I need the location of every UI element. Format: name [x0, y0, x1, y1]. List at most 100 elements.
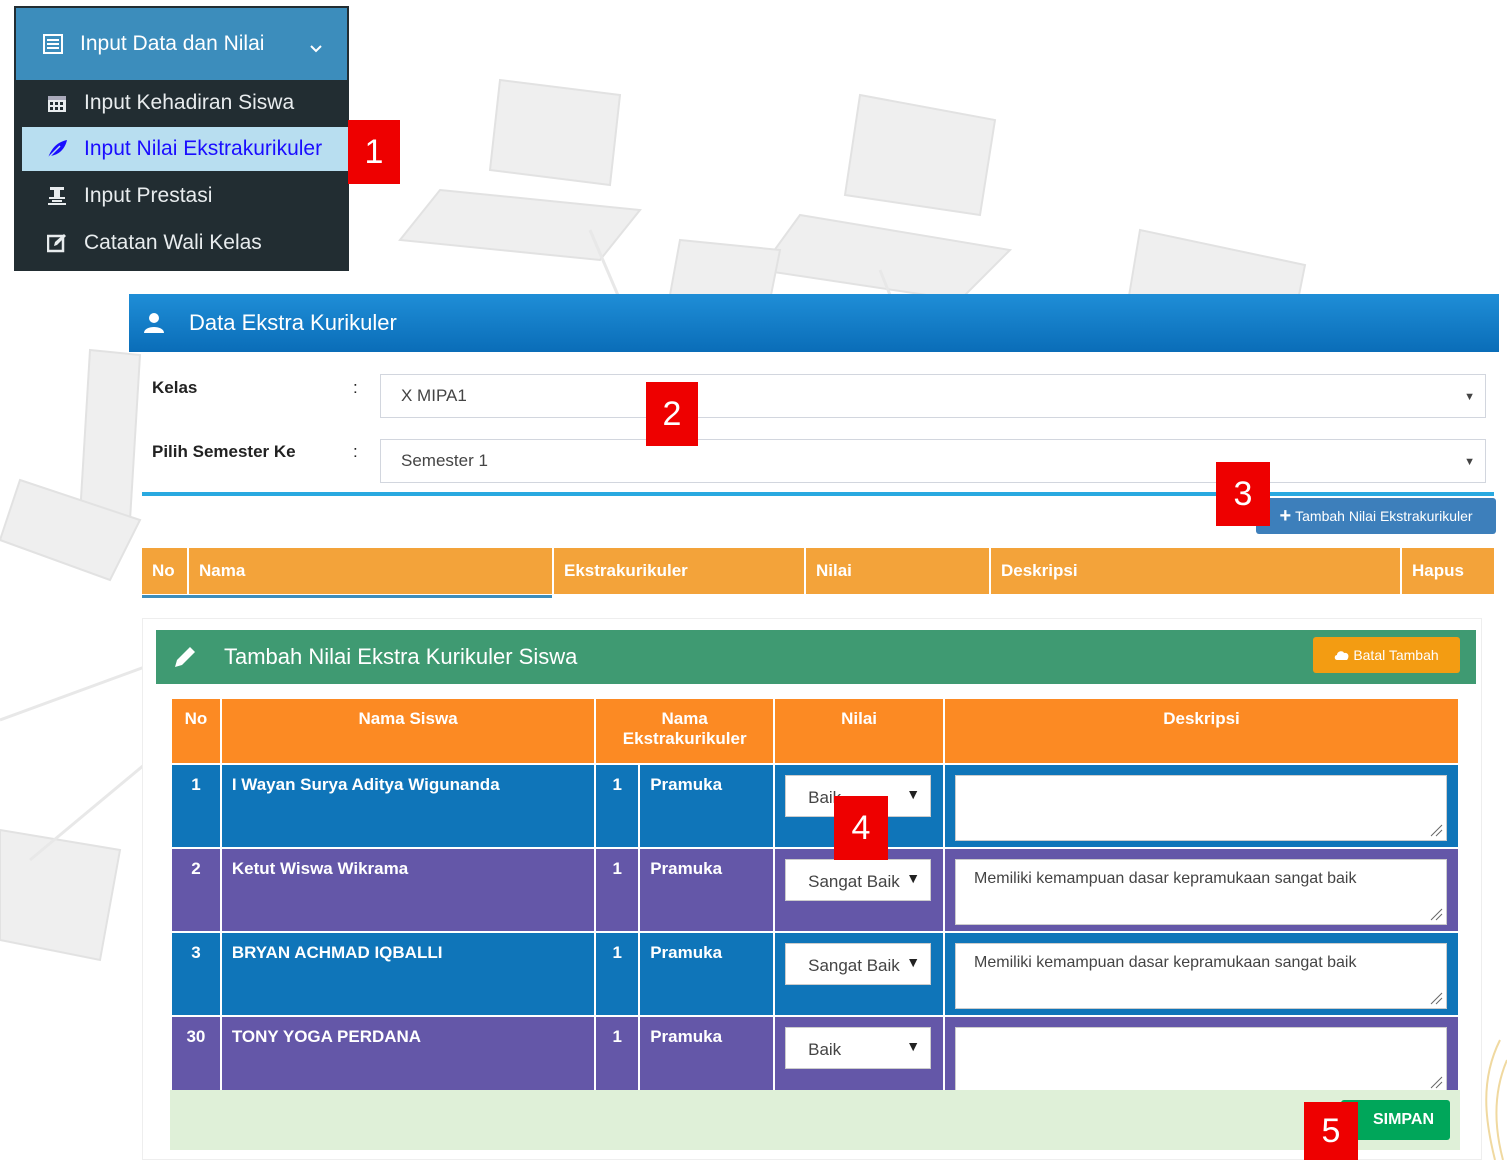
- sidebar-item-label: Input Kehadiran Siswa: [84, 91, 295, 114]
- dropdown-arrow-icon: ▼: [1464, 391, 1475, 403]
- column-header-deskripsi: Deskripsi: [989, 548, 1401, 594]
- sidebar-item-input-kehadiran-siswa[interactable]: Input Kehadiran Siswa: [22, 81, 348, 125]
- calendar-icon: [44, 93, 70, 113]
- row-ekskul-no: 1: [594, 1015, 641, 1095]
- column-header-nilai: Nilai: [773, 697, 946, 765]
- row-nama-siswa: BRYAN ACHMAD IQBALLI: [219, 931, 597, 1017]
- kelas-colon: :: [353, 378, 358, 397]
- nilai-select-value: Baik: [808, 1040, 842, 1059]
- row-nilai-cell: Baik ▼: [773, 1015, 946, 1095]
- deskripsi-textarea[interactable]: Memiliki kemampuan dasar kepramukaan san…: [955, 943, 1448, 1009]
- row-no: 1: [170, 763, 222, 849]
- row-deskripsi-cell: [943, 1015, 1460, 1095]
- kelas-select-value: X MIPA1: [401, 386, 467, 405]
- step-badge-5: 5: [1304, 1102, 1358, 1160]
- data-ekstra-panel-header: Data Ekstra Kurikuler: [129, 294, 1499, 352]
- kelas-label: Kelas: [152, 378, 198, 397]
- sidebar-item-label: Input Prestasi: [84, 184, 213, 207]
- row-deskripsi-cell: Memiliki kemampuan dasar kepramukaan san…: [943, 847, 1460, 933]
- data-table-header: No Nama Ekstrakurikuler Nilai Deskripsi …: [142, 548, 1494, 594]
- row-ekskul-name: Pramuka: [638, 931, 776, 1017]
- sidebar-item-label: Catatan Wali Kelas: [84, 231, 262, 254]
- kelas-select[interactable]: X MIPA1 ▼: [380, 374, 1486, 418]
- row-ekskul-name: Pramuka: [638, 1015, 776, 1095]
- menu-parent-label: Input Data dan Nilai: [80, 32, 265, 55]
- row-deskripsi-cell: [943, 763, 1460, 849]
- dropdown-arrow-icon: ▼: [1464, 456, 1475, 468]
- deskripsi-text: Memiliki kemampuan dasar kepramukaan san…: [974, 870, 1357, 887]
- row-ekskul-no: 1: [594, 847, 641, 933]
- dropdown-arrow-icon: ▼: [902, 954, 921, 970]
- resize-grip-icon[interactable]: [1429, 991, 1443, 1005]
- semester-label: Pilih Semester Ke: [152, 442, 296, 461]
- row-ekskul-name: Pramuka: [638, 763, 776, 849]
- user-icon: [143, 312, 165, 334]
- step-badge-3: 3: [1216, 462, 1270, 526]
- add-button-label: Tambah Nilai Ekstrakurikuler: [1295, 508, 1473, 524]
- cloud-upload-icon: [1334, 649, 1350, 661]
- dropdown-arrow-icon: ▼: [906, 1038, 921, 1054]
- row-no: 3: [170, 931, 222, 1017]
- column-header-nama: Nama: [187, 548, 553, 594]
- resize-grip-icon[interactable]: [1429, 823, 1443, 837]
- chevron-down-icon: [309, 36, 323, 60]
- nilai-select[interactable]: Sangat Baik ▼: [785, 859, 932, 901]
- save-bar: [170, 1090, 1460, 1150]
- step-badge-2: 2: [646, 382, 698, 446]
- row-nama-siswa: TONY YOGA PERDANA: [219, 1015, 597, 1095]
- column-header-no: No: [152, 561, 175, 580]
- semester-select[interactable]: Semester 1 ▼: [380, 439, 1486, 483]
- batal-button-label: Batal Tambah: [1353, 647, 1439, 663]
- header-underline: [142, 595, 552, 598]
- panel-divider: [142, 492, 1494, 496]
- dropdown-arrow-icon: ▼: [902, 870, 921, 886]
- row-ekskul-no: 1: [594, 763, 641, 849]
- column-header-no: No: [170, 697, 222, 765]
- panel-title: Data Ekstra Kurikuler: [189, 310, 397, 335]
- leaf-icon: [44, 139, 70, 159]
- row-no: 2: [170, 847, 222, 933]
- deskripsi-textarea[interactable]: [955, 1027, 1448, 1093]
- list-icon: [42, 34, 64, 54]
- semester-colon: :: [353, 442, 358, 461]
- tambah-nilai-ekstrakurikuler-button[interactable]: + Tambah Nilai Ekstrakurikuler: [1256, 498, 1496, 534]
- plus-icon: +: [1279, 504, 1292, 527]
- step-badge-4: 4: [834, 796, 888, 860]
- row-nilai-cell: Sangat Baik ▼: [773, 931, 946, 1017]
- step-badge-1: 1: [348, 120, 400, 184]
- sidebar-item-input-nilai-ekstrakurikuler[interactable]: Input Nilai Ekstrakurikuler: [22, 127, 348, 171]
- trophy-icon: [44, 186, 70, 206]
- batal-tambah-button[interactable]: Batal Tambah: [1313, 637, 1460, 673]
- deskripsi-text: Memiliki kemampuan dasar kepramukaan san…: [974, 954, 1357, 971]
- semester-select-value: Semester 1: [401, 451, 488, 470]
- nilai-select-value: Sangat Baik: [808, 956, 900, 975]
- deskripsi-textarea[interactable]: Memiliki kemampuan dasar kepramukaan san…: [955, 859, 1448, 925]
- row-deskripsi-cell: Memiliki kemampuan dasar kepramukaan san…: [943, 931, 1460, 1017]
- edit-icon: [44, 233, 70, 253]
- deskripsi-textarea[interactable]: [955, 775, 1448, 841]
- sidebar-menu: Input Data dan Nilai Input Kehadiran Sis…: [14, 6, 349, 271]
- nilai-select-value: Sangat Baik: [808, 872, 900, 891]
- dropdown-arrow-icon: ▼: [906, 786, 921, 802]
- sidebar-item-catatan-wali-kelas[interactable]: Catatan Wali Kelas: [22, 221, 348, 265]
- sidebar-item-input-prestasi[interactable]: Input Prestasi: [22, 174, 348, 218]
- resize-grip-icon[interactable]: [1429, 907, 1443, 921]
- column-header-deskripsi: Deskripsi: [943, 697, 1460, 765]
- table-row: 1 I Wayan Surya Aditya Wigunanda 1 Pramu…: [170, 763, 1460, 849]
- row-nama-siswa: Ketut Wiswa Wikrama: [219, 847, 597, 933]
- row-ekskul-name: Pramuka: [638, 847, 776, 933]
- row-ekskul-no: 1: [594, 931, 641, 1017]
- table-header-row: No Nama Siswa Nama Ekstrakurikuler Nilai…: [170, 697, 1460, 765]
- column-header-ekstrakurikuler: Ekstrakurikuler: [552, 548, 804, 594]
- nilai-select[interactable]: Sangat Baik ▼: [785, 943, 932, 985]
- row-no: 30: [170, 1015, 222, 1095]
- nilai-select[interactable]: Baik ▼: [785, 1027, 932, 1069]
- sidebar-item-label: Input Nilai Ekstrakurikuler: [84, 137, 323, 160]
- save-button-label: SIMPAN: [1372, 1111, 1434, 1128]
- tambah-panel-header: Tambah Nilai Ekstra Kurikuler Siswa: [156, 630, 1476, 684]
- row-nama-siswa: I Wayan Surya Aditya Wigunanda: [219, 763, 597, 849]
- resize-grip-icon[interactable]: [1429, 1075, 1443, 1089]
- column-header-hapus: Hapus: [1400, 548, 1494, 594]
- menu-input-data-dan-nilai[interactable]: Input Data dan Nilai: [16, 8, 347, 80]
- column-header-nama-siswa: Nama Siswa: [219, 697, 597, 765]
